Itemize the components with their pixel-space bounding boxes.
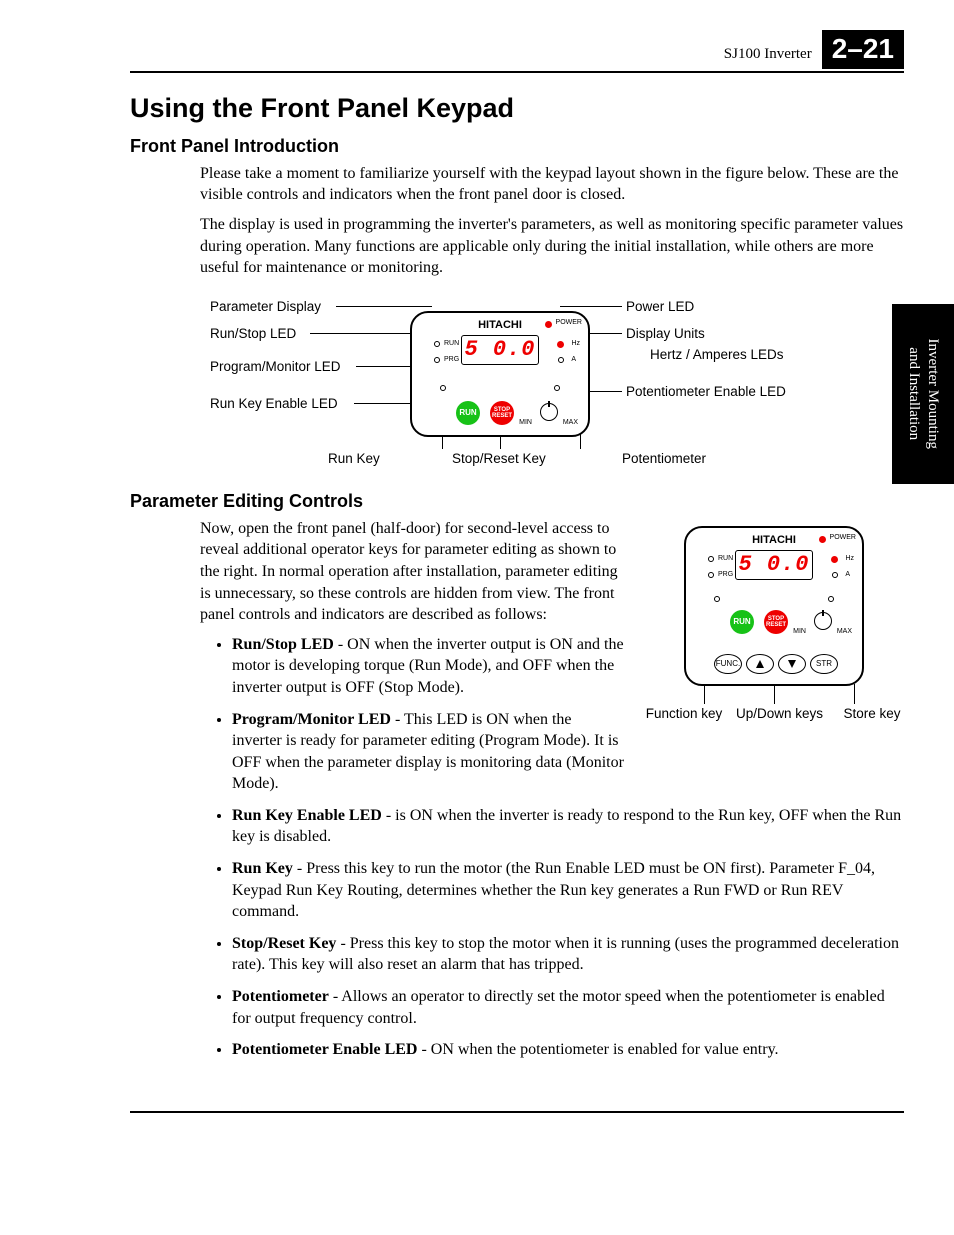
list-item: Potentiometer Enable LED - ON when the p… <box>232 1039 904 1061</box>
list-item: Run Key Enable LED - is ON when the inve… <box>232 805 904 848</box>
intro-p2: The display is used in programming the i… <box>200 214 904 279</box>
bullet-text: - Allows an operator to directly set the… <box>232 988 885 1027</box>
callout-potentiometer: Potentiometer <box>622 451 706 466</box>
run-led-icon <box>434 341 440 347</box>
lcd-readout: 5 0.0 <box>461 335 539 365</box>
keypad-open-graphic: HITACHI POWER 5 0.0 RUN PRG Hz A RUN STO… <box>684 526 864 686</box>
callout-prog-monitor-led: Program/Monitor LED <box>210 359 341 374</box>
pot2-max-label: MAX <box>837 628 852 635</box>
run2-button[interactable]: RUN <box>730 610 754 634</box>
callout-runstop-led: Run/Stop LED <box>210 326 296 341</box>
prg2-led-label: PRG <box>718 571 733 578</box>
keypad-graphic: HITACHI POWER 5 0.0 RUN PRG Hz A RUN STO… <box>410 311 590 437</box>
func-key[interactable]: FUNC. <box>714 654 742 674</box>
hz2-led-label: Hz <box>845 555 854 562</box>
power-label: POWER <box>556 319 582 326</box>
hz-led-icon <box>557 341 564 348</box>
pot2-enable-led-icon <box>828 596 834 602</box>
pot-enable-led-icon <box>554 385 560 391</box>
callout-pot-enable-led: Potentiometer Enable LED <box>626 384 786 399</box>
a-led-label: A <box>571 356 576 363</box>
bullet-term: Program/Monitor LED <box>232 711 391 728</box>
list-item: Stop/Reset Key - Press this key to stop … <box>232 933 904 976</box>
doc-id: SJ100 Inverter <box>724 46 812 69</box>
figure-keypad-closed: Parameter Display Run/Stop LED Program/M… <box>130 293 904 473</box>
a2-led-label: A <box>845 571 850 578</box>
power2-led-icon <box>819 536 826 543</box>
bullet-text: - Press this key to run the motor (the R… <box>232 860 875 920</box>
up-key[interactable] <box>746 654 774 674</box>
stop2-reset-button[interactable]: STOP RESET <box>764 610 788 634</box>
bullet-term: Run Key <box>232 860 293 877</box>
keypad-brand: HITACHI <box>478 319 522 331</box>
run2-led-label: RUN <box>718 555 733 562</box>
intro-p1: Please take a moment to familiarize your… <box>200 163 904 206</box>
bullet-term: Run/Stop LED <box>232 636 334 653</box>
lcd2-readout: 5 0.0 <box>735 550 813 580</box>
callout-updown-keys: Up/Down keys <box>736 706 816 721</box>
prg-led-label: PRG <box>444 356 459 363</box>
list-item: Potentiometer - Allows an operator to di… <box>232 986 904 1029</box>
potentiometer2-knob[interactable] <box>814 612 832 630</box>
edit-heading: Parameter Editing Controls <box>130 491 904 512</box>
footer-rule <box>130 1111 904 1113</box>
callout-power-led: Power LED <box>626 299 694 314</box>
page-number: 2–21 <box>822 30 904 69</box>
runkey2-enable-led-icon <box>714 596 720 602</box>
callout-store-key: Store key <box>842 706 902 721</box>
header: SJ100 Inverter 2–21 <box>130 30 904 73</box>
run-led-label: RUN <box>444 340 459 347</box>
callout-function-key: Function key <box>644 706 724 721</box>
callout-parameter-display: Parameter Display <box>210 299 321 314</box>
hz2-led-icon <box>831 556 838 563</box>
run2-led-icon <box>708 556 714 562</box>
bullet-text: - ON when the potentiometer is enabled f… <box>417 1041 778 1058</box>
a2-led-icon <box>832 572 838 578</box>
figure-keypad-open: HITACHI POWER 5 0.0 RUN PRG Hz A RUN STO… <box>644 518 904 768</box>
str-key[interactable]: STR <box>810 654 838 674</box>
page-title: Using the Front Panel Keypad <box>130 93 904 124</box>
callout-display-units: Display Units <box>626 326 705 341</box>
down-key[interactable] <box>778 654 806 674</box>
runkey-enable-led-icon <box>440 385 446 391</box>
run-button[interactable]: RUN <box>456 401 480 425</box>
pot2-min-label: MIN <box>793 628 806 635</box>
bullet-term: Stop/Reset Key <box>232 935 336 952</box>
pot-min-label: MIN <box>519 419 532 426</box>
potentiometer-knob[interactable] <box>540 403 558 421</box>
a-led-icon <box>558 357 564 363</box>
list-item: Run Key - Press this key to run the moto… <box>232 858 904 923</box>
prg-led-icon <box>434 357 440 363</box>
prg2-led-icon <box>708 572 714 578</box>
pot-max-label: MAX <box>563 419 578 426</box>
bullet-term: Potentiometer Enable LED <box>232 1041 417 1058</box>
power-led-icon <box>545 321 552 328</box>
bullet-term: Potentiometer <box>232 988 329 1005</box>
keypad2-brand: HITACHI <box>752 534 796 546</box>
callout-runkey-enable-led: Run Key Enable LED <box>210 396 338 411</box>
power2-label: POWER <box>830 534 856 541</box>
callout-run-key: Run Key <box>328 451 380 466</box>
callout-hz-a-leds: Hertz / Amperes LEDs <box>650 347 784 362</box>
stop-reset-button[interactable]: STOP RESET <box>490 401 514 425</box>
bullet-term: Run Key Enable LED <box>232 807 382 824</box>
callout-stop-reset-key: Stop/Reset Key <box>452 451 546 466</box>
intro-heading: Front Panel Introduction <box>130 136 904 157</box>
hz-led-label: Hz <box>571 340 580 347</box>
